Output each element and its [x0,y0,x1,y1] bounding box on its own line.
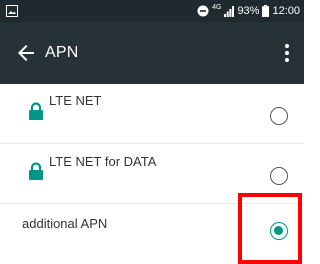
lock-icon [29,102,43,120]
app-toolbar: APN [0,22,304,84]
apn-name: additional APN [22,216,108,231]
image-notification-icon [6,5,18,17]
battery-percent: 93% [237,5,260,17]
apn-name: LTE NET [49,93,102,108]
do-not-disturb-icon [197,5,209,17]
apn-radio-button[interactable] [270,167,288,185]
network-type: 4G [212,4,222,11]
status-bar: 4G 93% 12:00 [0,0,304,22]
lock-icon [29,162,43,180]
apn-list-item[interactable]: LTE NET [0,84,304,144]
apn-radio-button-selected[interactable] [270,222,288,240]
more-options-icon[interactable] [284,43,290,63]
page-title: APN [45,44,79,61]
signal-icon [224,5,235,17]
clock: 12:00 [272,5,300,17]
apn-list-item[interactable]: additional APN [0,204,304,264]
status-icons: 4G 93% 12:00 [197,3,300,19]
battery-icon [262,5,270,17]
apn-name: LTE NET for DATA [49,154,157,169]
apn-radio-button[interactable] [270,107,288,125]
back-arrow-icon[interactable] [14,41,38,65]
apn-list: LTE NET LTE NET for DATA additional APN [0,84,304,264]
apn-list-item[interactable]: LTE NET for DATA [0,144,304,204]
